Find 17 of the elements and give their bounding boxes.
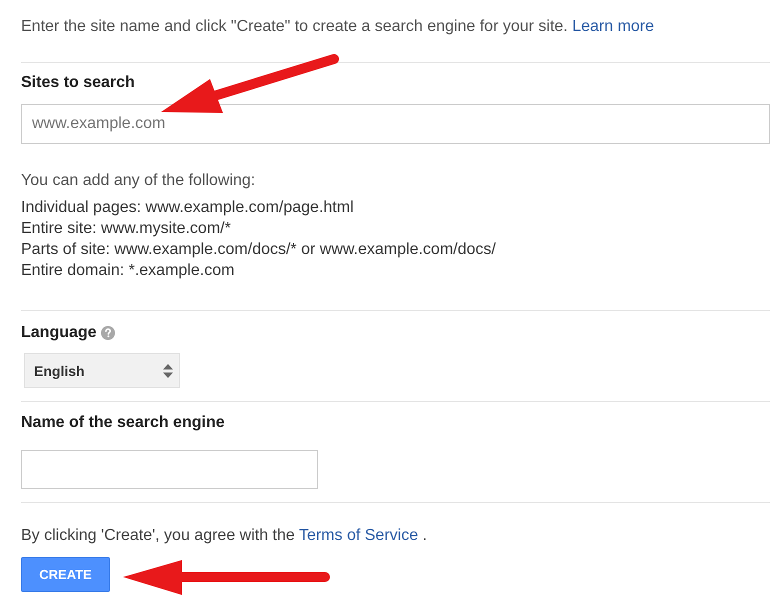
help-icon[interactable] [100, 326, 115, 340]
terms-of-service-link[interactable]: Terms of Service [298, 527, 418, 544]
hint-line: Individual pages: www.example.com/page.html [21, 198, 355, 218]
terms-text: By clicking 'Create', you agree with the Terms of Service . [21, 526, 428, 546]
hint-line: Entire domain: *.example.com [21, 261, 236, 281]
hint-line: Parts of site: www.example.com/docs/* or www.example.com/docs/ [21, 240, 497, 260]
language-select[interactable]: English [24, 353, 180, 388]
sites-label: Sites to search [21, 74, 135, 92]
language-label: Language [21, 324, 97, 342]
hint-heading: You can add any of the following: [21, 171, 256, 191]
learn-more-link[interactable]: Learn more [572, 18, 654, 35]
sites-input-field[interactable]: www.example.com [21, 104, 770, 144]
intro-text: Enter the site name and click "Create" to create a search engine for your site. Learn more [21, 17, 656, 37]
up-down-caret-icon [163, 364, 173, 378]
engine-name-label: Name of the search engine [21, 414, 225, 432]
engine-name-input-field[interactable] [21, 450, 318, 489]
hint-line: Entire site: www.mysite.com/* [21, 219, 232, 239]
